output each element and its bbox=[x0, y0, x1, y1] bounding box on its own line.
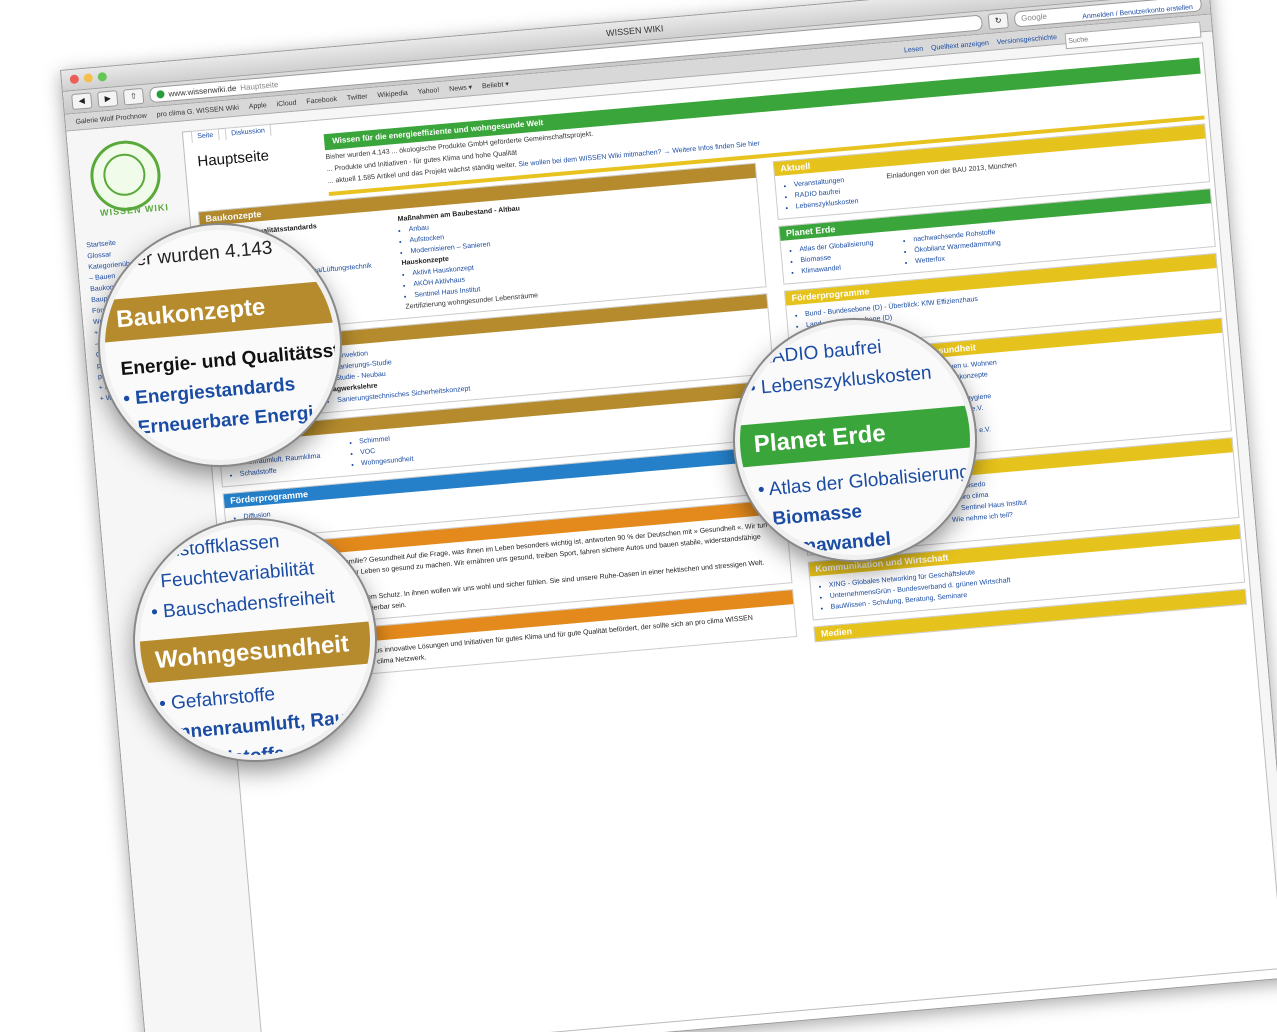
box-col: Maßnahmen am Baubestand - Altbau AnbauAu… bbox=[397, 203, 538, 313]
bookmark-item[interactable]: Galerie Wolf Prochnow bbox=[75, 112, 147, 125]
lens-content: Baustoffklassen Feuchtevariabilität Baus… bbox=[140, 525, 370, 755]
magnifier-planet-erde: RADIO baufrei Lebenszykluskosten Planet … bbox=[735, 320, 975, 560]
link-list: VeranstaltungenRADIO baufreiLebenszyklus… bbox=[783, 174, 859, 213]
link-list: SchimmelVOCWohngesundheit bbox=[349, 432, 414, 470]
forward-button[interactable]: ▶ bbox=[97, 90, 119, 108]
magnifier-baukonzepte: isher wurden 4.143 Baukonzepte Energie- … bbox=[100, 225, 340, 465]
bookmark-item[interactable]: pro clima G. WISSEN Wiki bbox=[156, 104, 239, 118]
bookmark-item[interactable]: News ▾ bbox=[449, 83, 472, 93]
globe-icon bbox=[101, 152, 148, 198]
close-icon[interactable] bbox=[69, 74, 80, 85]
address-suffix: Hauptseite bbox=[239, 79, 279, 92]
tab-lesen[interactable]: Lesen bbox=[904, 46, 924, 64]
bookmark-item[interactable]: iCloud bbox=[276, 99, 296, 108]
link-list: nachwachsende RohstoffeÖkobilanz Wärmedä… bbox=[903, 227, 1002, 268]
tab-diskussion[interactable]: Diskussion bbox=[224, 123, 272, 140]
lens-content: isher wurden 4.143 Baukonzepte Energie- … bbox=[105, 230, 335, 460]
link-list: Atlas der GlobalisierungBiomasseKlimawan… bbox=[789, 238, 876, 278]
lens-bar: Baukonzepte bbox=[105, 278, 335, 345]
reload-icon[interactable]: ↻ bbox=[987, 12, 1009, 30]
magnifier-wohngesundheit: Baustoffklassen Feuchtevariabilität Baus… bbox=[135, 520, 375, 760]
bookmark-item[interactable]: Facebook bbox=[306, 95, 337, 105]
tab-seite[interactable]: Seite bbox=[190, 128, 220, 143]
lens-content: RADIO baufrei Lebenszykluskosten Planet … bbox=[740, 325, 970, 555]
link-list: KonvektionSanierungs-StudieStudie - Neub… bbox=[323, 340, 469, 385]
back-button[interactable]: ◀ bbox=[71, 92, 93, 111]
zoom-icon[interactable] bbox=[97, 71, 108, 82]
page-tabs: Seite Diskussion bbox=[190, 123, 272, 143]
browser-window: WISSEN WIKI ◀ ▶ ⇧ www.wissenwiki.de Haup… bbox=[60, 0, 1277, 1032]
screenshot-stage: WISSEN WIKI ◀ ▶ ⇧ www.wissenwiki.de Haup… bbox=[0, 0, 1277, 1032]
share-button[interactable]: ⇧ bbox=[122, 87, 145, 106]
bookmark-item[interactable]: Wikipedia bbox=[377, 89, 408, 99]
wiki-logo[interactable]: WISSEN WIKI bbox=[87, 137, 169, 218]
minimize-icon[interactable] bbox=[83, 73, 94, 83]
box-col: KonvektionSanierungs-StudieStudie - Neub… bbox=[323, 340, 471, 407]
bookmark-item[interactable]: Twitter bbox=[347, 93, 368, 102]
plain-note: Einladungen von der BAU 2013, München bbox=[886, 161, 1018, 181]
bookmark-item[interactable]: Beliebt ▾ bbox=[482, 80, 509, 90]
logo-text: WISSEN WIKI bbox=[99, 202, 170, 219]
page-title: Hauptseite bbox=[196, 147, 270, 171]
site-icon bbox=[156, 89, 165, 99]
bookmark-item[interactable]: Yahoo! bbox=[417, 87, 439, 96]
address-url: www.wissenwiki.de bbox=[168, 83, 237, 99]
bookmark-item[interactable]: Apple bbox=[249, 102, 267, 111]
